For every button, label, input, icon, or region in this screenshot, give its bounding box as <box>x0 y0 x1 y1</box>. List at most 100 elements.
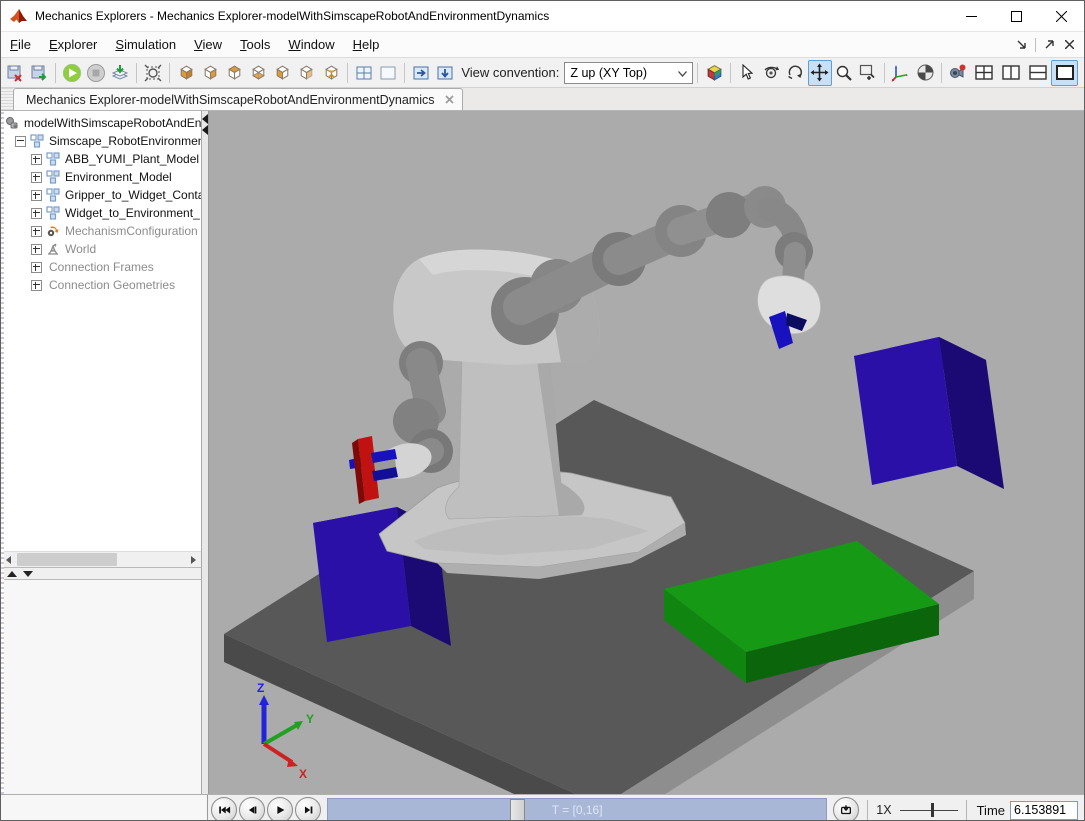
select-cursor-icon[interactable] <box>735 60 759 86</box>
time-display: Time <box>977 801 1078 820</box>
window-title: Mechanics Explorers - Mechanics Explorer… <box>35 9 949 23</box>
tree-row-simscape-robotenvironment[interactable]: Simscape_RobotEnvironment <box>1 132 201 150</box>
export-explorer-config-icon[interactable] <box>27 60 51 86</box>
view-bottom-icon[interactable] <box>247 60 271 86</box>
view-back-icon[interactable] <box>198 60 222 86</box>
tree-pane-splitter[interactable] <box>1 567 201 580</box>
layout-horizontal-split-icon[interactable] <box>1024 60 1051 86</box>
collapse-expander-icon[interactable] <box>15 136 26 147</box>
view-right-icon[interactable] <box>295 60 319 86</box>
tree-horizontal-scrollbar[interactable] <box>1 551 201 567</box>
step-back-button[interactable] <box>239 797 265 821</box>
record-video-icon[interactable] <box>946 60 970 86</box>
expand-expander-icon[interactable] <box>31 262 42 273</box>
time-range-label: T = [0,16] <box>552 803 603 817</box>
scene-sphere-icon[interactable] <box>913 60 937 86</box>
layout-grid-icon[interactable] <box>970 60 997 86</box>
tree-row-world[interactable]: World <box>1 240 201 258</box>
speed-slider[interactable] <box>900 802 958 818</box>
menu-file[interactable]: File <box>1 34 40 55</box>
collapse-left-arrow-icon[interactable] <box>202 125 208 135</box>
document-tab[interactable]: Mechanics Explorer-modelWithSimscapeRobo… <box>13 88 463 110</box>
close-panel-icon[interactable] <box>1060 37 1078 53</box>
timeline-slider[interactable]: T = [0,16] <box>327 798 827 821</box>
splitter-down-arrow-icon[interactable] <box>23 571 33 577</box>
undock-icon[interactable] <box>1040 37 1058 53</box>
split-right-icon[interactable] <box>409 60 433 86</box>
play-simulation-icon[interactable] <box>60 60 84 86</box>
close-button[interactable] <box>1039 1 1084 31</box>
tree-row-root[interactable]: modelWithSimscapeRobotAndEnvironmentDyna… <box>1 114 201 132</box>
expand-expander-icon[interactable] <box>31 208 42 219</box>
viewport-3d[interactable]: Z Y X <box>209 111 1084 794</box>
maximize-button[interactable] <box>994 1 1039 31</box>
view-top-icon[interactable] <box>223 60 247 86</box>
menu-explorer[interactable]: Explorer <box>40 34 106 55</box>
collapse-left-arrow-icon[interactable] <box>202 114 208 124</box>
split-down-icon[interactable] <box>433 60 457 86</box>
splitter-up-arrow-icon[interactable] <box>7 571 17 577</box>
expand-expander-icon[interactable] <box>31 280 42 291</box>
view-front-icon[interactable] <box>174 60 198 86</box>
subsystem-icon <box>46 206 61 220</box>
minimize-button[interactable] <box>949 1 994 31</box>
expand-expander-icon[interactable] <box>31 154 42 165</box>
view-isometric-icon[interactable] <box>319 60 343 86</box>
layout-vertical-split-icon[interactable] <box>997 60 1024 86</box>
stop-simulation-icon[interactable] <box>84 60 108 86</box>
zoom-region-icon[interactable] <box>856 60 880 86</box>
expand-expander-icon[interactable] <box>31 226 42 237</box>
axis-x-label: X <box>299 767 307 781</box>
expand-expander-icon[interactable] <box>31 190 42 201</box>
tree-row-gripper-to-widget[interactable]: Gripper_to_Widget_Conta <box>1 186 201 204</box>
mechanism-configuration-icon <box>46 224 61 238</box>
mechanism-root-icon <box>5 116 20 130</box>
scroll-right-arrow-icon[interactable] <box>186 552 201 567</box>
single-view-icon[interactable] <box>376 60 400 86</box>
matlab-logo-icon <box>9 7 29 25</box>
zoom-camera-icon[interactable] <box>832 60 856 86</box>
panel-splitter[interactable] <box>202 111 209 794</box>
tab-grip-handle[interactable] <box>1 88 13 110</box>
save-explorer-config-icon[interactable] <box>3 60 27 86</box>
model-tree: modelWithSimscapeRobotAndEnvironmentDyna… <box>1 111 201 551</box>
expand-expander-icon[interactable] <box>31 244 42 255</box>
play-button[interactable] <box>267 797 293 821</box>
subsystem-icon <box>46 170 61 184</box>
frame-axes-icon[interactable] <box>889 60 913 86</box>
tree-row-widget-to-environment[interactable]: Widget_to_Environment_ <box>1 204 201 222</box>
view-left-icon[interactable] <box>271 60 295 86</box>
roll-camera-icon[interactable] <box>784 60 808 86</box>
go-to-start-button[interactable] <box>211 797 237 821</box>
tree-row-environment-model[interactable]: Environment_Model <box>1 168 201 186</box>
scrollbar-thumb[interactable] <box>17 553 117 566</box>
menu-view[interactable]: View <box>185 34 231 55</box>
loop-playback-button[interactable] <box>833 797 859 821</box>
visual-settings-icon[interactable] <box>702 60 726 86</box>
export-animation-icon[interactable] <box>108 60 132 86</box>
view-convention-dropdown[interactable]: Z up (XY Top) <box>564 62 693 84</box>
split-view-grid-icon[interactable] <box>352 60 376 86</box>
tree-row-connection-geometries[interactable]: Connection Geometries <box>1 276 201 294</box>
tree-row-connection-frames[interactable]: Connection Frames <box>1 258 201 276</box>
tab-close-icon[interactable] <box>445 95 454 104</box>
tree-row-abb-yumi-plant-model[interactable]: ABB_YUMI_Plant_Model <box>1 150 201 168</box>
expand-expander-icon[interactable] <box>31 172 42 183</box>
step-forward-button[interactable] <box>295 797 321 821</box>
menu-simulation[interactable]: Simulation <box>106 34 185 55</box>
layout-single-icon[interactable] <box>1051 60 1078 86</box>
tree-row-mechanism-configuration[interactable]: MechanismConfiguration <box>1 222 201 240</box>
scroll-left-arrow-icon[interactable] <box>1 552 16 567</box>
menu-help[interactable]: Help <box>344 34 389 55</box>
view-convention-value: Z up (XY Top) <box>570 66 647 80</box>
menu-window[interactable]: Window <box>279 34 343 55</box>
menu-tools[interactable]: Tools <box>231 34 279 55</box>
time-input[interactable] <box>1010 801 1078 820</box>
pan-camera-icon[interactable] <box>808 60 832 86</box>
scrollbar-track[interactable] <box>16 552 186 567</box>
speed-slider-handle[interactable] <box>931 803 934 817</box>
zoom-fit-icon[interactable] <box>141 60 165 86</box>
orbit-camera-icon[interactable] <box>759 60 783 86</box>
timeline-handle[interactable] <box>510 799 525 821</box>
dock-icon[interactable] <box>1013 37 1031 53</box>
